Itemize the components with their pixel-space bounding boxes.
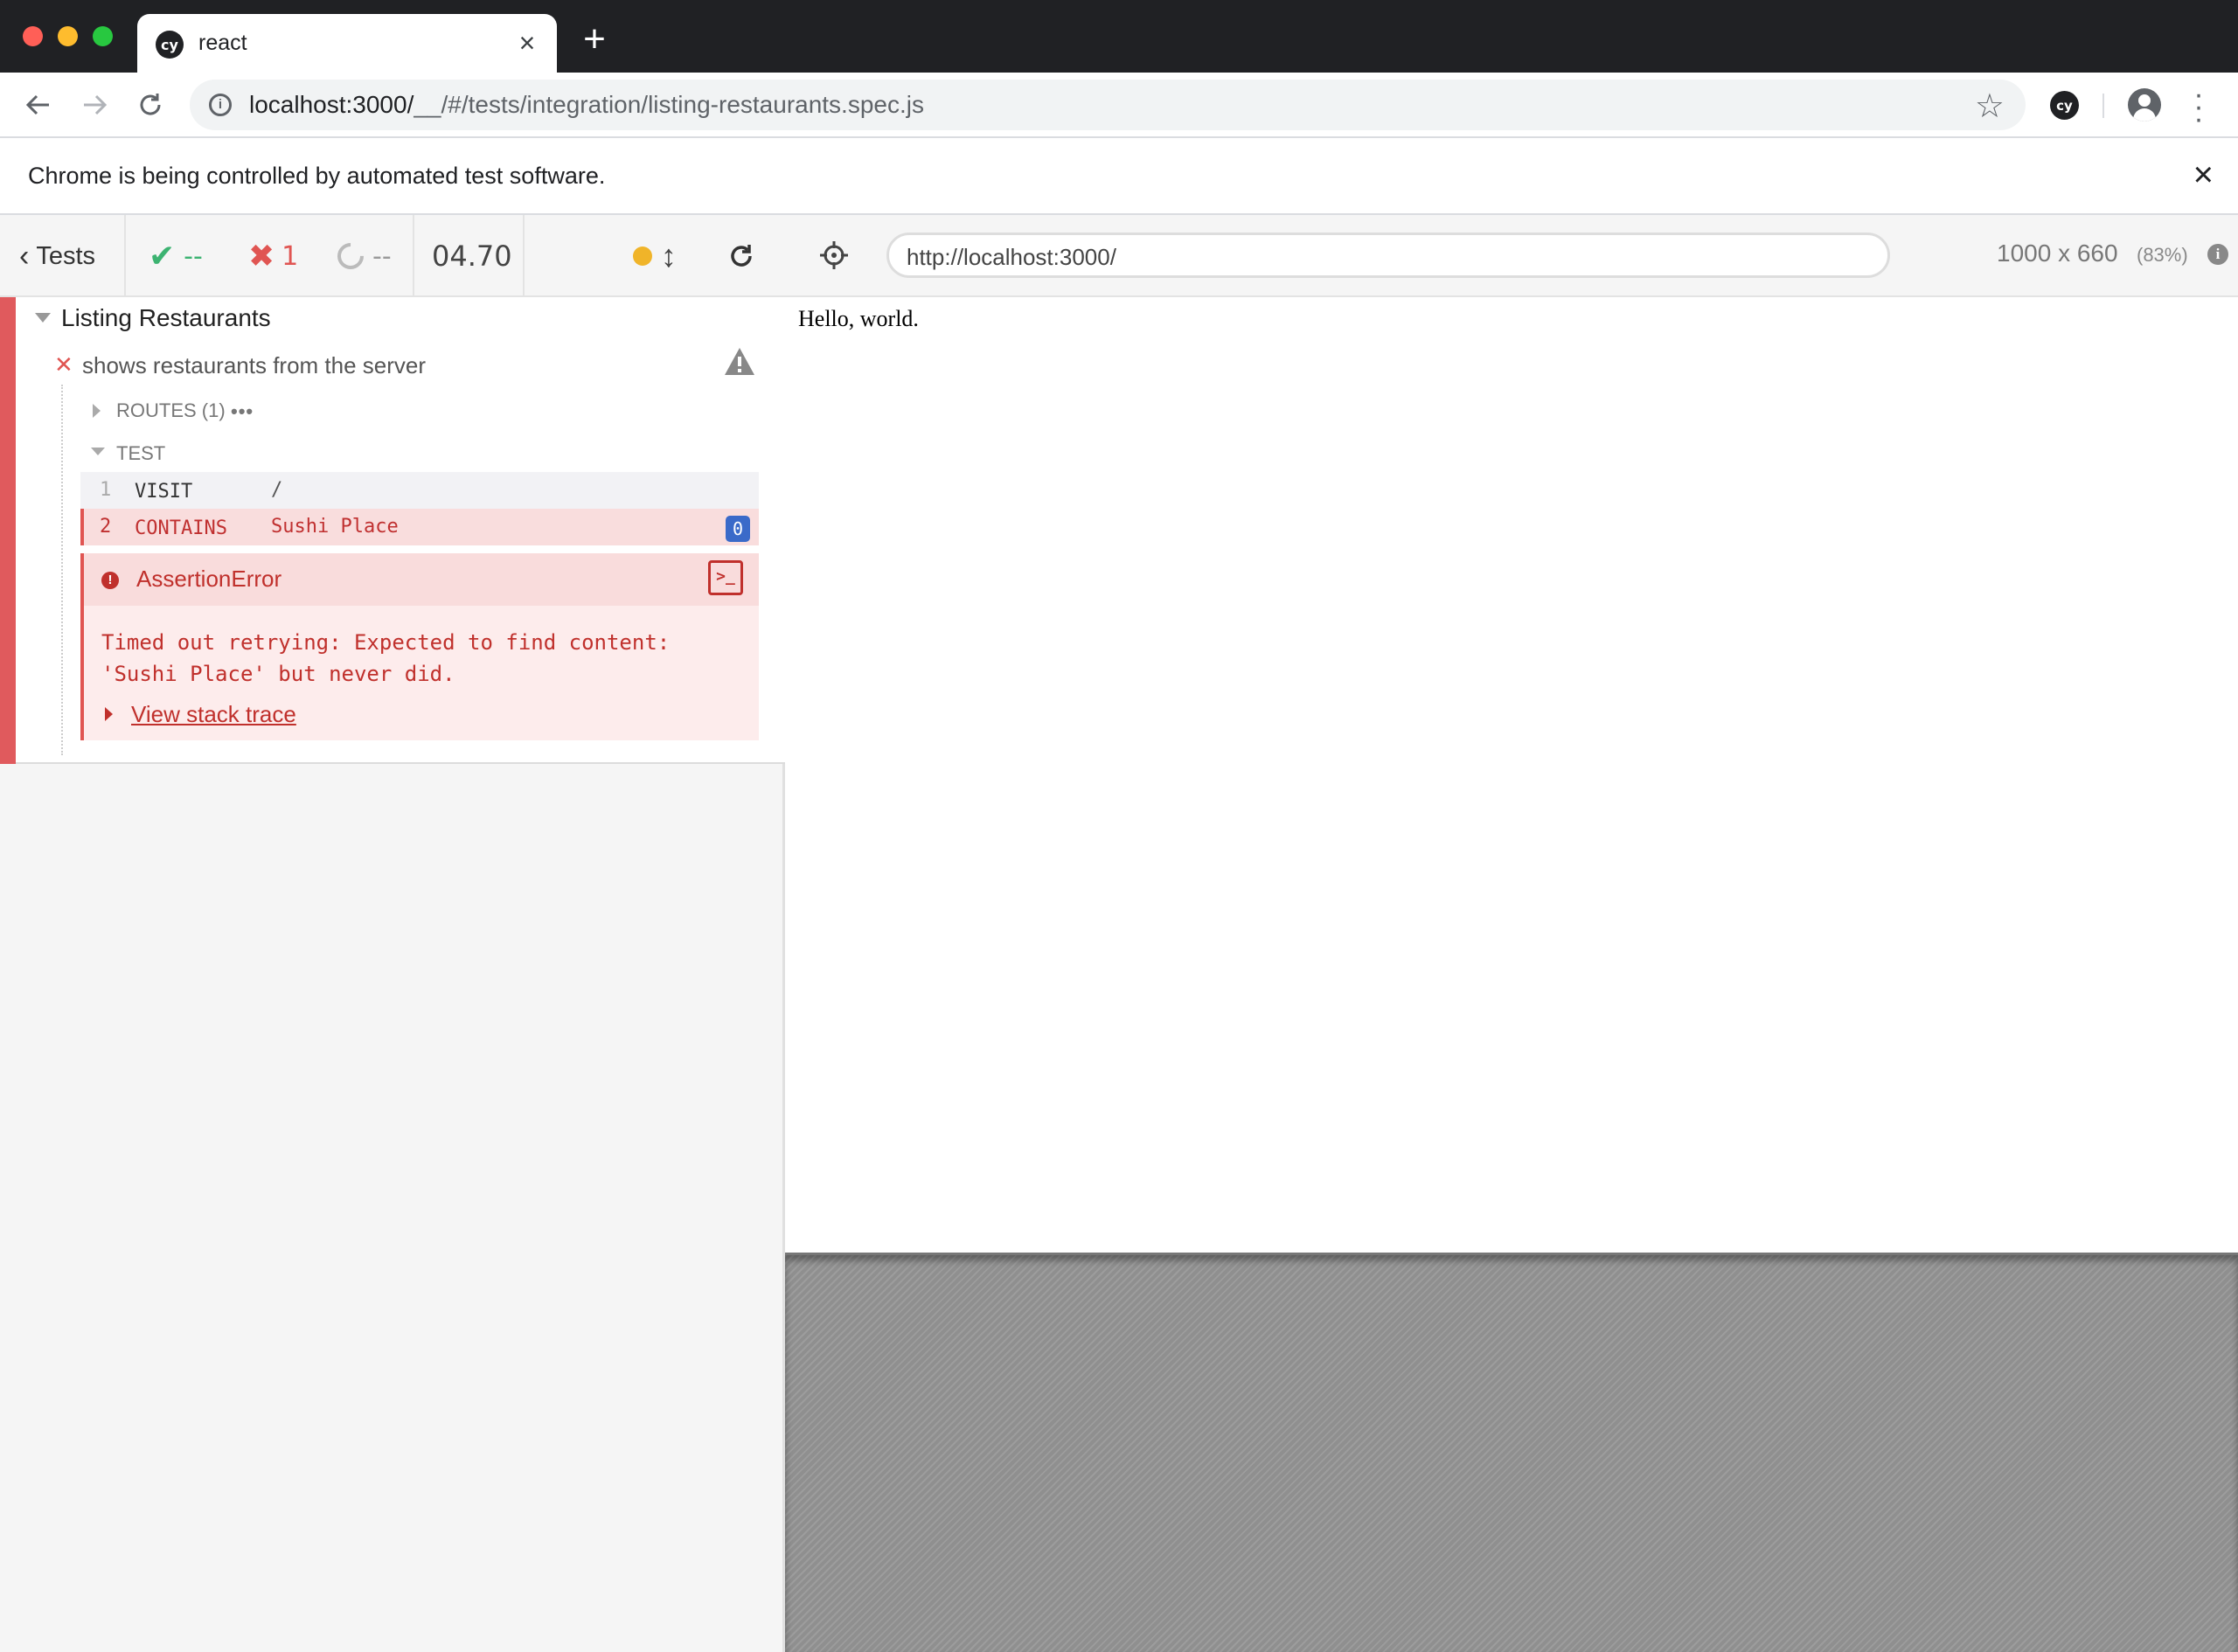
command-number: 1 — [100, 479, 112, 501]
passed-count: -- — [184, 240, 203, 272]
test-guide-line — [61, 385, 63, 755]
selector-playground-icon[interactable] — [818, 239, 850, 271]
elements-count-badge: 0 — [726, 516, 750, 542]
x-icon: ✖ — [248, 238, 275, 274]
status-dot-icon — [633, 246, 652, 266]
cypress-extension-icon[interactable]: cy — [2050, 91, 2079, 120]
command-message: / — [271, 479, 283, 501]
reload-button[interactable] — [133, 87, 168, 122]
pending-circle-icon — [331, 237, 370, 275]
stack-trace-caret-icon[interactable] — [105, 707, 113, 721]
failed-state-bar — [0, 297, 16, 764]
routes-label[interactable]: ROUTES (1) — [116, 399, 226, 422]
cypress-favicon-icon: cy — [156, 31, 184, 59]
minimize-window-button[interactable] — [58, 26, 78, 46]
command-number: 2 — [100, 516, 112, 538]
command-row-contains[interactable]: 2 CONTAINS Sushi Place 0 — [80, 509, 759, 545]
print-to-console-button[interactable]: >_ — [708, 560, 743, 595]
runnables-list: Listing Restaurants ✕ shows restaurants … — [0, 297, 785, 764]
rerun-icon — [731, 245, 752, 267]
command-row-visit[interactable]: 1 VISIT / — [80, 472, 759, 509]
error-name: AssertionError — [136, 566, 282, 592]
error-message: Timed out retrying: Expected to find con… — [101, 630, 671, 686]
reload-icon — [140, 94, 161, 115]
url-path: __/#/tests/integration/listing-restauran… — [414, 91, 924, 118]
rerun-button[interactable] — [727, 215, 755, 297]
failed-stat: ✖ 1 — [248, 215, 298, 297]
address-bar-url[interactable]: localhost:3000/__/#/tests/integration/li… — [249, 91, 924, 119]
viewport-scale: (83%) — [2137, 244, 2188, 266]
viewport-info-icon[interactable]: i — [2207, 244, 2228, 265]
aut-background — [785, 1255, 2238, 1652]
duration-value: 04.70 — [432, 239, 512, 273]
test-hook-label[interactable]: TEST — [116, 442, 165, 465]
error-header: ! AssertionError >_ — [84, 553, 759, 606]
view-stack-trace-link[interactable]: View stack trace — [131, 701, 296, 728]
back-button[interactable] — [21, 87, 56, 122]
cypress-reporter: ‹ Tests ✔ -- ✖ 1 -- 04.70 ↕ Listing Rest… — [0, 215, 785, 1652]
new-tab-button[interactable]: + — [577, 20, 612, 59]
running-indicator — [633, 215, 652, 297]
infobar-message: Chrome is being controlled by automated … — [28, 163, 606, 189]
browser-tab[interactable]: cy react × — [137, 14, 557, 73]
command-name: VISIT — [135, 481, 193, 503]
tests-button-label: Tests — [36, 241, 96, 270]
back-arrow-icon — [25, 94, 49, 115]
tab-title: react — [198, 31, 247, 55]
forward-arrow-icon — [84, 94, 108, 115]
command-message: Sushi Place — [271, 516, 399, 538]
automation-infobar: Chrome is being controlled by automated … — [0, 138, 2238, 215]
close-window-button[interactable] — [23, 26, 43, 46]
pending-count: -- — [372, 240, 392, 272]
toolbar-divider — [2102, 94, 2104, 118]
suite-title[interactable]: Listing Restaurants — [61, 304, 271, 332]
chevron-left-icon: ‹ — [19, 239, 30, 273]
suite-collapse-caret-icon[interactable] — [35, 313, 51, 323]
auto-scroll-toggle[interactable]: ↕ — [661, 215, 677, 297]
test-hook-caret-icon[interactable] — [91, 448, 105, 455]
pending-stat: -- — [331, 215, 392, 297]
duration: 04.70 — [432, 215, 512, 297]
error-panel: ! AssertionError >_ Timed out retrying: … — [80, 553, 759, 740]
aut-url-field[interactable]: http://localhost:3000/ — [886, 233, 1890, 278]
passed-stat: ✔ -- — [149, 215, 203, 297]
browser-toolbar: i localhost:3000/__/#/tests/integration/… — [0, 73, 2238, 138]
app-hello-text: Hello, world. — [798, 306, 919, 331]
site-info-icon[interactable]: i — [209, 94, 232, 116]
reporter-header: ‹ Tests ✔ -- ✖ 1 -- 04.70 ↕ — [0, 215, 785, 297]
test-failed-icon: ✕ — [54, 351, 73, 378]
maximize-window-button[interactable] — [93, 26, 113, 46]
routes-expand-caret-icon[interactable] — [93, 404, 101, 418]
check-icon: ✔ — [149, 238, 176, 274]
aut-panel: http://localhost:3000/ 1000 x 660 (83%) … — [785, 215, 2238, 1652]
command-name: CONTAINS — [135, 517, 227, 539]
error-circle-icon: ! — [101, 572, 119, 589]
profile-avatar-icon[interactable] — [2128, 88, 2161, 121]
address-bar[interactable]: i localhost:3000/__/#/tests/integration/… — [190, 80, 2026, 130]
browser-titlebar: cy react × + — [0, 0, 2238, 73]
viewport-size: 1000 x 660 — [1997, 239, 2118, 267]
vertical-arrows-icon: ↕ — [661, 238, 677, 274]
test-title[interactable]: shows restaurants from the server — [82, 352, 426, 379]
browser-menu-icon[interactable]: · · · — [2186, 80, 2212, 134]
routes-more-icon[interactable]: ••• — [231, 400, 254, 423]
infobar-close-icon[interactable]: × — [2193, 156, 2214, 195]
failed-count: 1 — [281, 240, 299, 272]
aut-header: http://localhost:3000/ 1000 x 660 (83%) … — [785, 215, 2238, 297]
forward-button[interactable] — [77, 87, 112, 122]
tab-close-icon[interactable]: × — [511, 27, 543, 59]
aut-iframe[interactable]: Hello, world. — [785, 297, 2238, 1255]
url-host: localhost:3000/ — [249, 91, 414, 118]
bookmark-star-icon[interactable]: ☆ — [1975, 87, 2005, 126]
warning-icon[interactable] — [722, 344, 757, 379]
tests-back-button[interactable]: ‹ Tests — [0, 215, 124, 297]
